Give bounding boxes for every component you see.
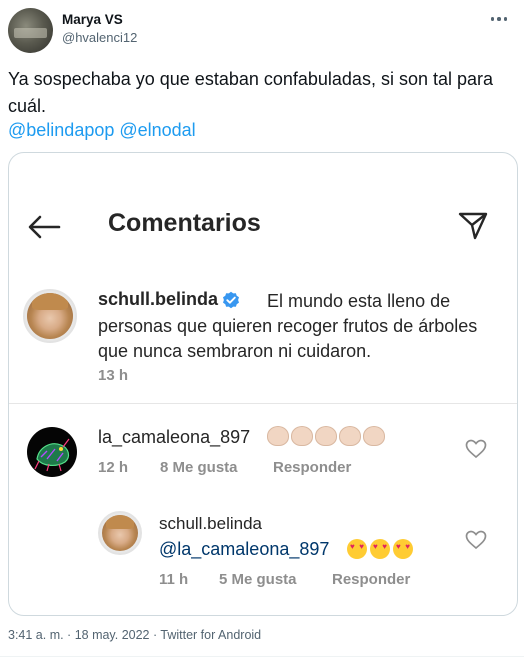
reply-button: Responder — [273, 459, 352, 476]
embedded-image[interactable]: Comentarios El mundo esta lleno de perso… — [8, 152, 518, 616]
heart-eyes-icon — [370, 539, 390, 559]
verified-icon — [223, 291, 239, 309]
heart-icon — [465, 530, 487, 550]
comment-likes: 8 Me gusta — [160, 459, 238, 476]
heart-eyes-icon — [393, 539, 413, 559]
mention-link-belindapop[interactable]: @belindapop — [8, 120, 114, 140]
author-handle[interactable]: @hvalenci12 — [62, 30, 137, 45]
heart-eyes-emojis — [347, 539, 413, 559]
comments-title: Comentarios — [108, 209, 261, 237]
clapping-hands-icon — [315, 426, 337, 446]
reply-button: Responder — [332, 571, 411, 588]
comment-likes: 5 Me gusta — [219, 571, 297, 588]
author-avatar[interactable] — [8, 8, 53, 53]
comment-username: schull.belinda — [98, 289, 219, 309]
mention-link-elnodal[interactable]: @elnodal — [119, 120, 195, 140]
comment-mention: @la_camaleona_897 — [159, 539, 330, 559]
clapping-hands-icon — [339, 426, 361, 446]
clapping-hands-icon — [291, 426, 313, 446]
comment-time: 11 h — [159, 571, 189, 588]
tweet-timestamp[interactable]: 3:41 a. m. · 18 may. 2022 · Twitter for … — [8, 628, 261, 642]
clap-emojis — [267, 426, 385, 446]
comment-username: la_camaleona_897 — [98, 427, 251, 447]
commenter-avatar — [23, 289, 77, 343]
tweet-text: Ya sospechaba yo que estaban confabulada… — [8, 69, 494, 116]
clapping-hands-icon — [267, 426, 289, 446]
comment-time: 12 h — [98, 459, 129, 476]
clapping-hands-icon — [363, 426, 385, 446]
author-display-name[interactable]: Marya VS — [62, 12, 123, 27]
more-icon[interactable] — [488, 12, 510, 26]
back-arrow-icon — [28, 215, 61, 239]
comment-time: 13 h — [98, 367, 129, 384]
heart-eyes-icon — [347, 539, 367, 559]
send-icon — [458, 212, 488, 240]
comment-username: schull.belinda — [159, 514, 263, 533]
divider — [0, 656, 524, 657]
commenter-avatar — [98, 511, 142, 555]
divider — [9, 403, 517, 404]
commenter-avatar — [27, 427, 77, 477]
tweet-mentions: @belindapop @elnodal — [8, 120, 201, 141]
heart-icon — [465, 439, 487, 459]
